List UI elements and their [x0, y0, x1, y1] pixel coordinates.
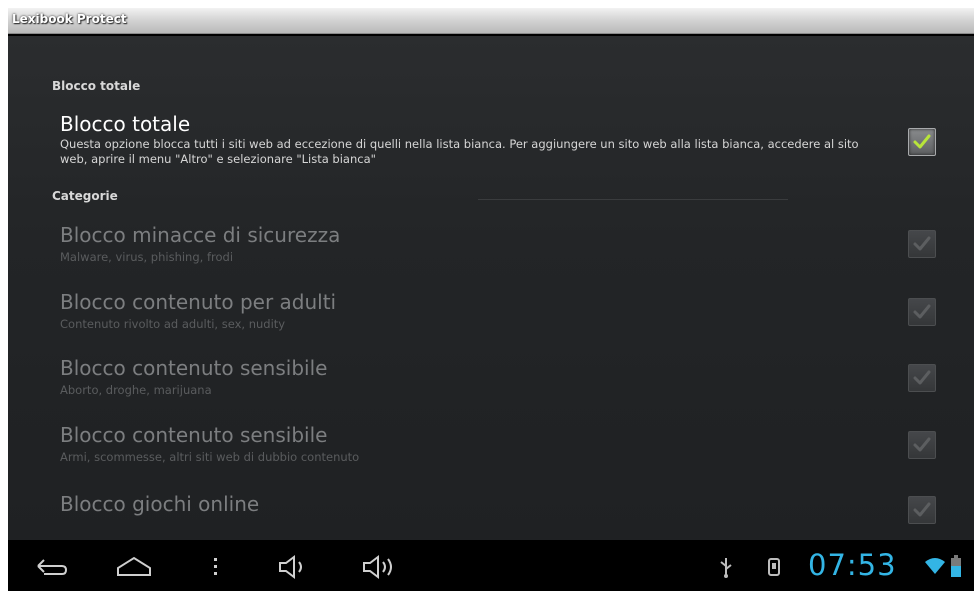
back-icon — [37, 559, 68, 575]
pref-summary: Malware, virus, phishing, frodi — [60, 250, 234, 264]
check-icon — [913, 134, 931, 149]
pref-title: Blocco contenuto sensibile — [60, 356, 328, 380]
volume-up-button[interactable] — [360, 554, 400, 584]
section-header-blocco-totale: Blocco totale — [52, 79, 141, 93]
title-bar: Lexibook Protect — [8, 8, 974, 34]
app-title: Lexibook Protect — [12, 12, 127, 26]
volume-down-icon — [279, 555, 302, 579]
section-header-categorie: Categorie — [52, 189, 118, 203]
battery-icon — [950, 554, 962, 582]
check-icon — [913, 502, 931, 517]
pref-title: Blocco contenuto per adulti — [60, 290, 337, 314]
notification-icon[interactable] — [764, 556, 784, 582]
back-button[interactable] — [34, 554, 70, 582]
clock: 07:53 — [808, 548, 897, 582]
pref-title: Blocco giochi online — [60, 492, 260, 516]
pref-summary: Contenuto rivolto ad adulti, sex, nudity — [60, 317, 286, 331]
device-screen: Lexibook Protect Blocco totale Blocco to… — [8, 8, 974, 591]
check-icon — [913, 236, 931, 251]
home-button[interactable] — [114, 554, 154, 582]
home-icon — [117, 556, 151, 576]
divider — [478, 199, 788, 200]
volume-down-button[interactable] — [276, 554, 312, 584]
preferences-list[interactable]: Blocco totale Blocco totale Questa opzio… — [8, 36, 974, 540]
system-navigation-bar: 07:53 — [8, 540, 974, 591]
menu-icon — [214, 558, 217, 575]
checkbox-blocco-adulti[interactable] — [908, 298, 936, 326]
checkbox-blocco-minacce[interactable] — [908, 230, 936, 258]
pref-title: Blocco contenuto sensibile — [60, 423, 328, 447]
pref-title: Blocco minacce di sicurezza — [60, 223, 341, 247]
pref-title: Blocco totale — [60, 112, 191, 136]
check-icon — [913, 370, 931, 385]
check-icon — [913, 304, 931, 319]
pref-summary: Armi, scommesse, altri siti web di dubbi… — [60, 450, 360, 464]
checkbox-blocco-sensibile-1[interactable] — [908, 364, 936, 392]
checkbox-blocco-totale[interactable] — [908, 128, 936, 156]
checkbox-blocco-sensibile-2[interactable] — [908, 431, 936, 459]
wifi-icon — [924, 556, 946, 580]
volume-up-icon — [363, 555, 392, 579]
check-icon — [913, 437, 931, 452]
pref-summary: Questa opzione blocca tutti i siti web a… — [60, 137, 859, 166]
menu-button[interactable] — [210, 554, 222, 582]
checkbox-blocco-giochi[interactable] — [908, 496, 936, 524]
usb-icon — [718, 556, 734, 582]
pref-summary: Aborto, droghe, marijuana — [60, 383, 212, 397]
